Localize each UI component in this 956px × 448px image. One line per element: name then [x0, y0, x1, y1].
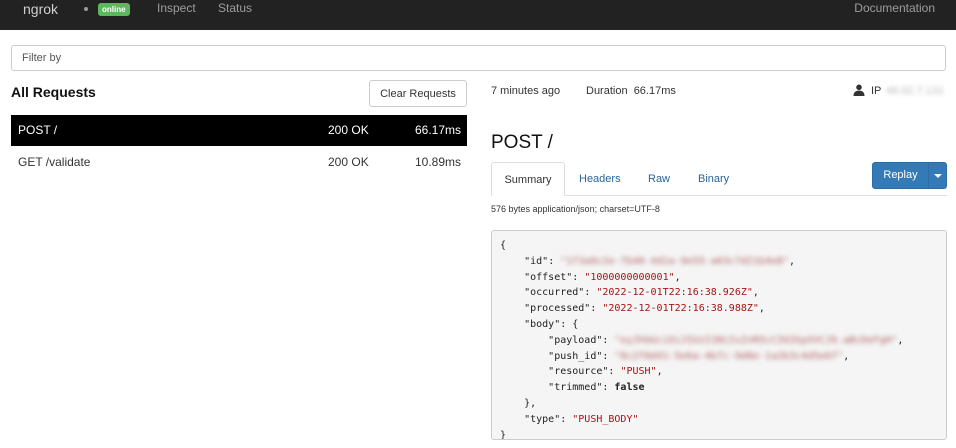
request-row[interactable]: POST / 200 OK 66.17ms [11, 115, 467, 146]
replay-divider [928, 163, 929, 188]
tab-raw[interactable]: Raw [636, 162, 682, 196]
body-info: 576 bytes application/json; charset=UTF-… [491, 204, 660, 214]
online-status-badge: online [98, 3, 130, 16]
request-detail-title: POST / [491, 132, 553, 153]
nav-inspect-link[interactable]: Inspect [157, 1, 196, 16]
request-status: 200 OK [328, 155, 369, 169]
clear-requests-button[interactable]: Clear Requests [369, 80, 467, 107]
replay-split-button[interactable]: Replay [872, 162, 947, 189]
top-navbar: ngrok online Inspect Status Documentatio… [0, 0, 956, 30]
caret-down-icon[interactable] [934, 174, 942, 178]
request-time-ago: 7 minutes ago [491, 85, 561, 97]
ip-label: IP [871, 85, 882, 97]
redacted-value: "1f3a9c2e-7b40-4d1a-9e55-a03c7d21b4e8" [560, 255, 790, 267]
status-dot-icon [84, 7, 88, 11]
user-icon [853, 84, 865, 96]
request-path: GET /validate [18, 155, 91, 169]
ip-address-value: 48.92.7.131 [886, 85, 945, 97]
request-duration: 66.17ms [414, 123, 461, 137]
request-path: POST / [18, 123, 58, 137]
tab-binary[interactable]: Binary [686, 162, 741, 196]
tab-headers[interactable]: Headers [567, 162, 633, 196]
nav-status-link[interactable]: Status [218, 1, 252, 16]
tab-summary[interactable]: Summary [491, 162, 565, 196]
brand-logo[interactable]: ngrok [23, 1, 58, 17]
request-status: 200 OK [328, 123, 369, 137]
all-requests-title: All Requests [11, 84, 96, 100]
request-duration: 10.89ms [414, 155, 461, 169]
replay-button[interactable]: Replay [873, 163, 928, 188]
request-duration-label: Duration 66.17ms [586, 85, 676, 97]
json-body-viewer: { "id": "1f3a9c2e-7b40-4d1a-9e55-a03c7d2… [491, 230, 947, 440]
nav-documentation-link[interactable]: Documentation [854, 1, 935, 16]
redacted-value: "eyJhbGciOiJIUzI1NiIsInR5cCI6IkpXVCJ9.aB… [614, 334, 898, 346]
filter-input[interactable] [11, 45, 946, 71]
redacted-value: "8c2f0d41-5e6a-4b7c-9d8e-1a2b3c4d5e6f" [614, 350, 844, 362]
request-row[interactable]: GET /validate 200 OK 10.89ms [11, 147, 467, 178]
